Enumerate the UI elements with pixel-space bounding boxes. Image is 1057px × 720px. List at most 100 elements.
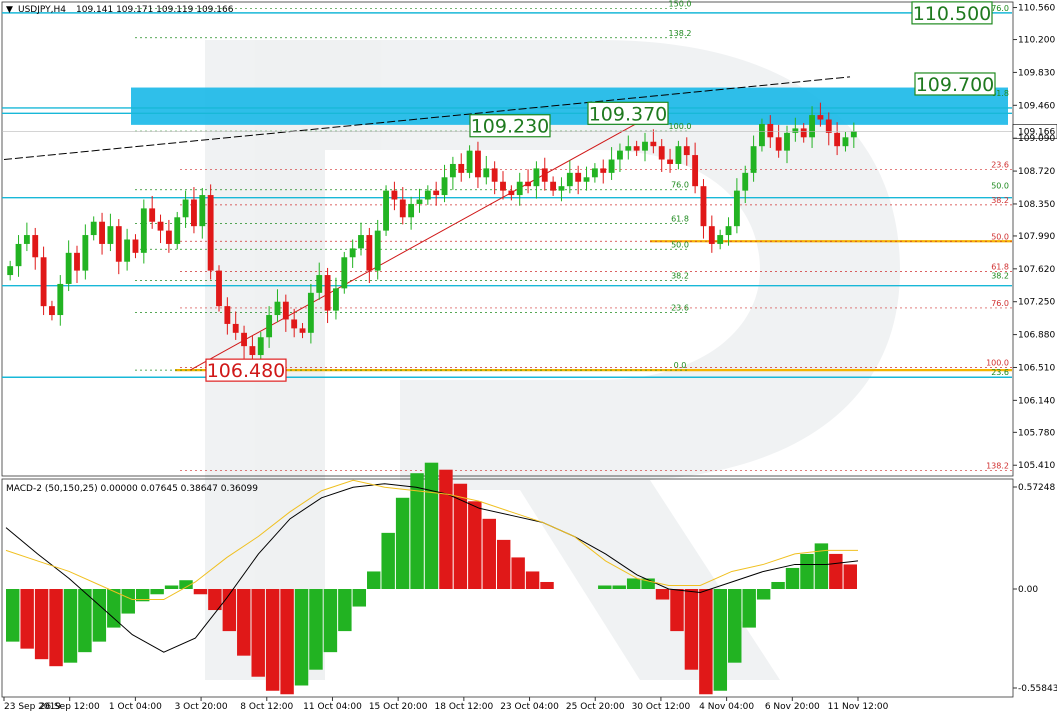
macd-histogram-bar	[756, 589, 771, 600]
candle-body	[792, 128, 799, 133]
macd-histogram-bar	[684, 589, 699, 670]
macd-histogram-bar	[381, 532, 395, 589]
candle-body	[191, 199, 197, 227]
x-tick-label: 26 Sep 12:00	[40, 702, 100, 712]
x-tick-label: 18 Oct 12:00	[435, 702, 494, 712]
candle-body	[633, 146, 640, 151]
candle-body	[642, 141, 648, 151]
candle-body	[658, 146, 665, 160]
candle-body	[249, 346, 256, 356]
x-tick-label: 11 Oct 04:00	[303, 702, 362, 712]
fib-left-label: 150.0	[669, 0, 692, 8]
candle-body	[40, 257, 47, 307]
macd-histogram-bar	[352, 589, 367, 607]
chart-canvas: 0.023.638.250.061.876.0100.0138.2150.016…	[1, 0, 1057, 712]
candle-body	[349, 248, 356, 258]
candle-body	[374, 230, 381, 271]
x-tick-label: 25 Oct 20:00	[566, 702, 625, 712]
candle-body	[533, 168, 540, 187]
candle-body	[525, 181, 531, 187]
candle-body	[775, 137, 782, 151]
candle-body	[132, 239, 139, 253]
fib-right-label: 38.2	[991, 196, 1009, 205]
candle-body	[274, 301, 281, 316]
candle-body	[541, 168, 548, 182]
y-tick-label: 110.560	[1018, 4, 1055, 14]
fib-right-label: 76.0	[991, 299, 1009, 308]
macd-histogram-bar	[309, 589, 323, 670]
macd-histogram-bar	[496, 539, 511, 589]
candle-body	[90, 221, 97, 236]
macd-histogram-bar	[92, 589, 107, 642]
candle-body	[333, 288, 339, 311]
candle-body	[809, 115, 815, 138]
macd-histogram-bar	[468, 501, 482, 589]
candle-body	[767, 123, 774, 138]
candle-body	[733, 190, 740, 227]
candle-body	[391, 190, 398, 200]
macd-histogram-bar	[395, 497, 410, 589]
y-tick-label: 105.780	[1018, 428, 1055, 438]
y-tick-label: 106.140	[1018, 396, 1055, 406]
candle-body	[491, 168, 498, 182]
candle-body	[383, 190, 389, 231]
y-tick-label: 109.460	[1018, 101, 1055, 111]
x-tick-label: 15 Oct 20:00	[369, 702, 428, 712]
macd-histogram-bar	[78, 589, 92, 653]
x-tick-label: 6 Nov 20:00	[765, 702, 820, 712]
ohlc-values: 109.141 109.171 109.119 109.166	[76, 5, 234, 15]
candle-body	[650, 141, 657, 147]
candle-body	[675, 146, 682, 164]
price-callout-label: 109.230	[471, 116, 550, 138]
x-tick-label: 4 Nov 04:00	[699, 702, 754, 712]
candle-body	[182, 199, 189, 218]
candle-body	[600, 168, 607, 173]
macd-histogram-bar	[20, 589, 34, 649]
macd-histogram-bar	[670, 589, 684, 632]
fib-left-label: 138.2	[669, 29, 692, 38]
candle-body	[825, 119, 832, 133]
macd-histogram-bar	[6, 589, 20, 642]
candle-body	[566, 172, 573, 187]
macd-histogram-bar	[49, 589, 63, 667]
candle-body	[433, 190, 440, 196]
candle-body	[575, 172, 582, 182]
y-tick-label: 108.720	[1018, 167, 1055, 177]
candle-body	[449, 163, 456, 178]
x-tick-label: 30 Oct 12:00	[632, 702, 691, 712]
price-callout-label: 106.480	[207, 360, 286, 382]
macd-histogram-bar	[785, 567, 800, 589]
macd-histogram-bar	[294, 589, 309, 686]
macd-histogram-bar	[251, 589, 265, 677]
x-tick-label: 3 Oct 20:00	[175, 702, 228, 712]
candle-body	[500, 181, 506, 191]
resistance-zone	[131, 87, 1008, 125]
candle-body	[124, 239, 131, 262]
candle-body	[591, 168, 598, 178]
candle-body	[667, 159, 673, 164]
candle-body	[23, 235, 30, 244]
candle-body	[817, 115, 824, 120]
macd-histogram-bar	[598, 585, 612, 589]
fib-extra-label: 76.0	[991, 4, 1009, 13]
trading-chart[interactable]: 0.023.638.250.061.876.0100.0138.2150.016…	[0, 0, 1057, 716]
macd-histogram-bar	[121, 589, 135, 614]
candle-body	[717, 235, 724, 244]
candle-body	[165, 230, 172, 244]
candle-body	[49, 306, 55, 316]
candle-body	[324, 275, 331, 311]
macd-histogram-bar	[843, 564, 857, 589]
macd-histogram-bar	[164, 585, 179, 589]
candle-body	[424, 190, 431, 200]
candle-body	[307, 292, 314, 333]
candle-body	[149, 208, 156, 222]
x-tick-label: 1 Oct 04:00	[109, 702, 162, 712]
x-tick-label: 8 Oct 12:00	[240, 702, 293, 712]
candle-body	[700, 186, 707, 227]
macd-histogram-bar	[612, 585, 626, 589]
fib-right-label: 138.2	[986, 462, 1009, 471]
symbol-label: USDJPY,H4	[18, 5, 66, 15]
y-tick-label: 106.880	[1018, 331, 1055, 341]
candle-body	[216, 270, 222, 307]
symbol-dropdown-icon[interactable]: ▼	[6, 5, 13, 15]
